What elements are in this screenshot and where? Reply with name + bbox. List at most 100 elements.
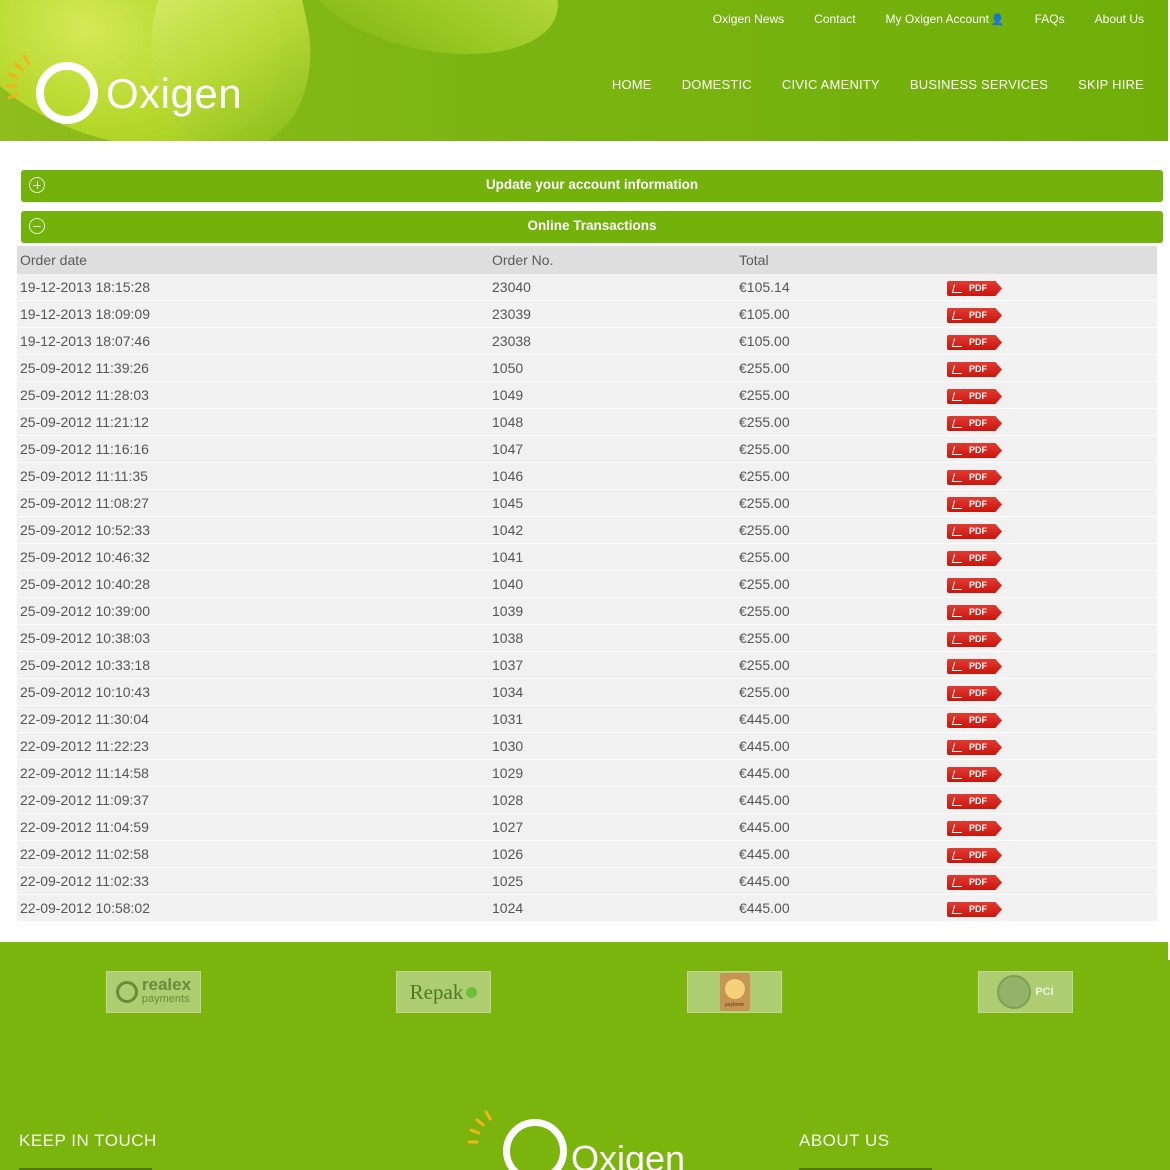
adobe-pdf-icon <box>951 824 965 833</box>
order-date-cell: 25-09-2012 10:46:32 <box>20 549 150 565</box>
pdf-cell: PDF <box>944 521 1157 539</box>
order-no-cell: 1050 <box>492 360 524 376</box>
pdf-download-button[interactable]: PDF <box>947 578 1002 593</box>
pdf-label: PDF <box>969 364 987 374</box>
total-cell: €255.00 <box>739 603 790 619</box>
pdf-download-button[interactable]: PDF <box>947 281 1002 296</box>
pdf-download-button[interactable]: PDF <box>947 902 1002 917</box>
order-date-cell: 22-09-2012 11:14:58 <box>20 765 149 781</box>
order-no-cell: 1042 <box>492 522 524 538</box>
nav-contact[interactable]: Contact <box>814 12 855 26</box>
pdf-download-button[interactable]: PDF <box>947 686 1002 701</box>
table-row: 25-09-2012 10:10:43 1034 €255.00 PDF <box>17 679 1157 706</box>
total-cell: €255.00 <box>739 657 790 673</box>
table-row: 25-09-2012 10:46:32 1041 €255.00 PDF <box>17 544 1157 571</box>
pci-compliant-logo[interactable]: PCI <box>978 971 1073 1013</box>
total-cell: €255.00 <box>739 522 790 538</box>
pdf-download-button[interactable]: PDF <box>947 794 1002 809</box>
nav-oxigen-news[interactable]: Oxigen News <box>713 12 784 26</box>
table-row: 19-12-2013 18:07:46 23038 €105.00 PDF <box>17 328 1157 355</box>
nav-business-services[interactable]: BUSINESS SERVICES <box>910 77 1048 92</box>
pdf-cell: PDF <box>944 764 1157 782</box>
adobe-pdf-icon <box>951 338 965 347</box>
order-date-cell: 25-09-2012 10:39:00 <box>20 603 150 619</box>
order-no-cell: 1049 <box>492 387 524 403</box>
pdf-download-button[interactable]: PDF <box>947 767 1002 782</box>
adobe-pdf-icon <box>951 500 965 509</box>
order-date-cell: 25-09-2012 11:16:16 <box>20 441 149 457</box>
nav-home[interactable]: HOME <box>612 77 652 92</box>
pdf-download-button[interactable]: PDF <box>947 470 1002 485</box>
paybone-badge: paybone <box>719 973 750 1011</box>
pdf-download-button[interactable]: PDF <box>947 659 1002 674</box>
pdf-download-button[interactable]: PDF <box>947 740 1002 755</box>
order-no-cell: 1031 <box>492 711 524 727</box>
nav-my-account[interactable]: My Oxigen Account 👤 <box>886 12 1005 26</box>
paybone-logo[interactable]: paybone <box>687 971 782 1013</box>
paybone-icon <box>724 978 745 999</box>
pdf-download-button[interactable]: PDF <box>947 875 1002 890</box>
pdf-cell: PDF <box>944 467 1157 485</box>
pdf-cell: PDF <box>944 656 1157 674</box>
pdf-download-button[interactable]: PDF <box>947 632 1002 647</box>
pdf-download-button[interactable]: PDF <box>947 416 1002 431</box>
pdf-label: PDF <box>969 418 987 428</box>
total-cell: €255.00 <box>739 414 790 430</box>
pdf-cell: PDF <box>944 440 1157 458</box>
plus-circle-icon <box>29 177 45 193</box>
table-row: 22-09-2012 11:04:59 1027 €445.00 PDF <box>17 814 1157 841</box>
total-cell: €445.00 <box>739 738 790 754</box>
pdf-cell: PDF <box>944 791 1157 809</box>
pdf-label: PDF <box>969 742 987 752</box>
nav-civic-amenity[interactable]: CIVIC AMENITY <box>782 77 880 92</box>
site-header: Oxigen Oxigen News Contact My Oxigen Acc… <box>0 0 1170 141</box>
total-cell: €255.00 <box>739 360 790 376</box>
nav-about-us[interactable]: About Us <box>1095 12 1144 26</box>
pdf-cell: PDF <box>944 548 1157 566</box>
table-row: 22-09-2012 11:14:58 1029 €445.00 PDF <box>17 760 1157 787</box>
pdf-download-button[interactable]: PDF <box>947 443 1002 458</box>
table-row: 22-09-2012 11:02:33 1025 €445.00 PDF <box>17 868 1157 895</box>
pdf-download-button[interactable]: PDF <box>947 497 1002 512</box>
oxigen-logo[interactable]: Oxigen <box>5 52 248 132</box>
order-no-cell: 1037 <box>492 657 524 673</box>
order-no-cell: 1046 <box>492 468 524 484</box>
pdf-download-button[interactable]: PDF <box>947 308 1002 323</box>
pdf-download-button[interactable]: PDF <box>947 335 1002 350</box>
pdf-download-button[interactable]: PDF <box>947 524 1002 539</box>
footer-oxigen-logo[interactable]: Oxigen <box>467 1110 706 1170</box>
order-date-cell: 25-09-2012 11:08:27 <box>20 495 149 511</box>
total-cell: €105.00 <box>739 306 790 322</box>
pdf-label: PDF <box>969 661 987 671</box>
nav-domestic[interactable]: DOMESTIC <box>682 77 752 92</box>
update-account-accordion[interactable]: Update your account information <box>21 170 1163 202</box>
table-row: 22-09-2012 11:22:23 1030 €445.00 PDF <box>17 733 1157 760</box>
table-row: 25-09-2012 10:33:18 1037 €255.00 PDF <box>17 652 1157 679</box>
online-transactions-accordion[interactable]: Online Transactions <box>21 211 1163 243</box>
nav-faqs[interactable]: FAQs <box>1035 12 1065 26</box>
logo-ring <box>36 62 98 124</box>
order-no-cell: 1034 <box>492 684 524 700</box>
pdf-download-button[interactable]: PDF <box>947 605 1002 620</box>
table-row: 22-09-2012 11:02:58 1026 €445.00 PDF <box>17 841 1157 868</box>
adobe-pdf-icon <box>951 878 965 887</box>
pdf-download-button[interactable]: PDF <box>947 713 1002 728</box>
realex-payments-logo[interactable]: realex payments <box>106 971 201 1013</box>
repak-logo[interactable]: Repak <box>396 971 491 1013</box>
total-cell: €445.00 <box>739 711 790 727</box>
pdf-cell: PDF <box>944 386 1157 404</box>
pdf-download-button[interactable]: PDF <box>947 551 1002 566</box>
table-row: 19-12-2013 18:15:28 23040 €105.14 PDF <box>17 274 1157 301</box>
nav-skip-hire[interactable]: SKIP HIRE <box>1078 77 1144 92</box>
pdf-download-button[interactable]: PDF <box>947 821 1002 836</box>
adobe-pdf-icon <box>951 581 965 590</box>
pdf-download-button[interactable]: PDF <box>947 389 1002 404</box>
pdf-cell: PDF <box>944 737 1157 755</box>
order-no-cell: 1026 <box>492 846 524 862</box>
pdf-label: PDF <box>969 391 987 401</box>
pdf-download-button[interactable]: PDF <box>947 848 1002 863</box>
pdf-cell: PDF <box>944 872 1157 890</box>
pdf-label: PDF <box>969 283 987 293</box>
adobe-pdf-icon <box>951 608 965 617</box>
pdf-download-button[interactable]: PDF <box>947 362 1002 377</box>
